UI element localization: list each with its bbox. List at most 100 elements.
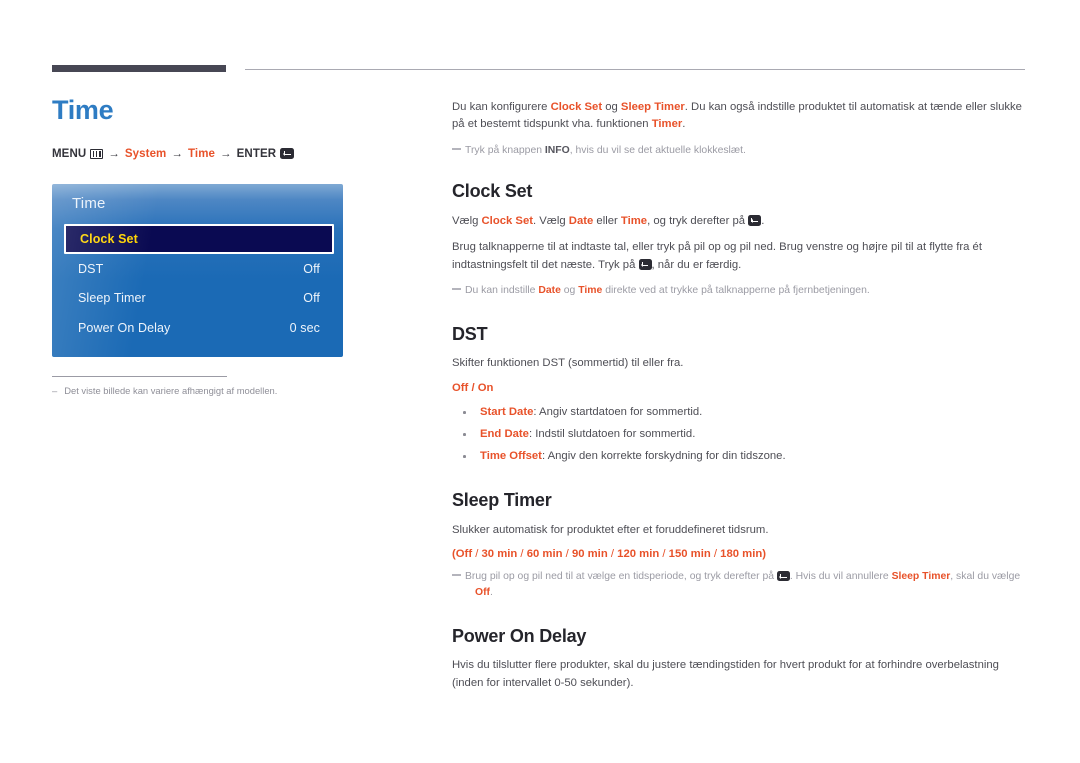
- st-note-term-sleep-timer: Sleep Timer: [891, 571, 951, 583]
- osd-row-power-on-delay[interactable]: Power On Delay 0 sec: [64, 313, 334, 343]
- intro-note-term-info: INFO: [544, 145, 570, 157]
- clock-set-note: Du kan indstille Date og Time direkte ve…: [452, 283, 1026, 299]
- dst-bullet-term: Time Offset: [480, 450, 542, 463]
- intro-term-sleep-timer: Sleep Timer: [620, 101, 685, 113]
- enter-key-icon: [638, 259, 652, 270]
- cs-term-clock-set: Clock Set: [481, 214, 533, 227]
- cs-text-7: , når du er færdig.: [651, 258, 742, 271]
- osd-row-list: Clock Set DST Off Sleep Timer Off Power …: [64, 224, 334, 343]
- osd-row-label: DST: [78, 261, 104, 276]
- power-on-delay-paragraph-1: Hvis du tilslutter flere produkter, skal…: [452, 659, 999, 689]
- clock-set-paragraph-2: Brug talknapperne til at indtaste tal, e…: [452, 239, 1026, 274]
- enter-key-icon: [748, 215, 762, 226]
- intro-paragraph: Du kan konfigurere Clock Set og Sleep Ti…: [452, 99, 1026, 133]
- intro-note-text-2: , hvis du vil se det aktuelle klokkeslæt…: [569, 145, 746, 157]
- sleep-timer-paragraph-1: Slukker automatisk for produktet efter e…: [452, 523, 769, 536]
- left-footnote: – Det viste billede kan variere afhængig…: [52, 384, 382, 397]
- left-note-divider: [52, 376, 227, 377]
- opts-close: ): [762, 548, 766, 561]
- osd-row-clock-set[interactable]: Clock Set: [64, 224, 334, 254]
- left-footnote-text: Det viste billede kan variere afhængigt …: [64, 385, 278, 396]
- st-note-text-2: . Hvis du vil annullere: [789, 571, 892, 583]
- intro-note: Tryk på knappen INFO, hvis du vil se det…: [452, 143, 1026, 159]
- intro-text-1: Du kan konfigurere: [452, 101, 551, 113]
- clock-set-paragraph-1: Vælg Clock Set. Vælg Date eller Time, og…: [452, 213, 1026, 231]
- intro-term-clock-set: Clock Set: [550, 101, 603, 113]
- intro-note-text-1: Tryk på knappen: [465, 145, 545, 157]
- opt-30min: 30 min: [481, 548, 518, 561]
- list-item: Start Date: Angiv startdatoen for sommer…: [452, 403, 1026, 421]
- enter-key-icon: [280, 148, 295, 160]
- osd-row-value: 0 sec: [289, 320, 320, 335]
- breadcrumb: MENU → System → Time → ENTER: [52, 148, 422, 160]
- section-clock-set: Clock Set Vælg Clock Set. Vælg Date elle…: [452, 181, 1026, 299]
- dst-bullet-term: Start Date: [480, 405, 534, 418]
- opt-150min: 150 min: [668, 548, 711, 561]
- left-footnote-dash: –: [52, 385, 58, 396]
- dst-paragraph-1: Skifter funktionen DST (sommertid) til e…: [452, 357, 684, 370]
- osd-row-value: Off: [303, 291, 320, 306]
- cs-note-text-2: og: [560, 285, 579, 297]
- cs-text-5: .: [761, 214, 765, 227]
- intro-text-2: og: [602, 101, 621, 113]
- left-column: Time MENU → System → Time → ENTER: [52, 95, 422, 160]
- breadcrumb-arrow-1: →: [108, 147, 120, 160]
- section-dst: DST Skifter funktionen DST (sommertid) t…: [452, 324, 1026, 465]
- list-item: End Date: Indstil slutdatoen for sommert…: [452, 425, 1026, 443]
- breadcrumb-menu-label: MENU: [52, 147, 87, 160]
- cs-note-term-time: Time: [578, 285, 603, 297]
- osd-menu-screenshot: Time Clock Set DST Off Sleep Timer Off P…: [52, 184, 343, 357]
- section-heading-dst: DST: [452, 323, 488, 344]
- breadcrumb-step-time: Time: [188, 147, 216, 160]
- st-note-text-4: .: [490, 586, 493, 598]
- menu-grid-icon: [90, 148, 104, 159]
- right-column: Du kan konfigurere Clock Set og Sleep Ti…: [452, 99, 1026, 692]
- breadcrumb-enter-label: ENTER: [236, 147, 277, 160]
- cs-term-time: Time: [620, 214, 648, 227]
- sleep-timer-note: Brug pil op og pil ned til at vælge en t…: [452, 569, 1026, 600]
- opt-60min: 60 min: [526, 548, 563, 561]
- opt-180min: 180 min: [720, 548, 763, 561]
- osd-row-label: Power On Delay: [78, 320, 171, 335]
- page-title: Time: [52, 95, 114, 125]
- cs-text-3: eller: [593, 214, 621, 227]
- dst-bullet-desc: : Angiv den korrekte forskydning for din…: [541, 450, 786, 463]
- cs-text-4: , og tryk derefter på: [647, 214, 749, 227]
- st-note-text-1: Brug pil op og pil ned til at vælge en t…: [465, 571, 777, 583]
- st-note-text-3: , skal du vælge: [950, 571, 1021, 583]
- cs-note-text-3: direkte ved at trykke på talknapperne på…: [602, 285, 870, 297]
- breadcrumb-step-system: System: [124, 147, 167, 160]
- opt-off: Off: [455, 548, 473, 561]
- dst-bullet-list: Start Date: Angiv startdatoen for sommer…: [452, 403, 1026, 465]
- header-rule-thin: [245, 69, 1025, 70]
- opt-120min: 120 min: [617, 548, 660, 561]
- osd-row-dst[interactable]: DST Off: [64, 254, 334, 284]
- osd-row-sleep-timer[interactable]: Sleep Timer Off: [64, 284, 334, 314]
- osd-row-value: Off: [303, 261, 320, 276]
- enter-key-icon: [776, 570, 790, 582]
- cs-term-date: Date: [568, 214, 594, 227]
- section-heading-clock-set: Clock Set: [452, 180, 533, 201]
- list-item: Time Offset: Angiv den korrekte forskydn…: [452, 447, 1026, 465]
- dst-bullet-desc: : Angiv startdatoen for sommertid.: [533, 405, 703, 418]
- breadcrumb-arrow-3: →: [220, 147, 232, 160]
- osd-row-label: Sleep Timer: [78, 291, 146, 306]
- sleep-timer-options: (Off / 30 min / 60 min / 90 min / 120 mi…: [452, 548, 766, 561]
- osd-row-label: Clock Set: [80, 232, 138, 246]
- breadcrumb-arrow-2: →: [171, 147, 183, 160]
- dst-bullet-desc: : Indstil slutdatoen for sommertid.: [528, 427, 696, 440]
- section-heading-power-on-delay: Power On Delay: [452, 625, 587, 646]
- section-heading-sleep-timer: Sleep Timer: [452, 490, 552, 511]
- cs-text-1: Vælg: [452, 214, 482, 227]
- cs-note-text-1: Du kan indstille: [465, 285, 539, 297]
- st-note-term-off: Off: [475, 586, 491, 598]
- manual-page: Time MENU → System → Time → ENTER Time C…: [0, 0, 1080, 763]
- cs-note-term-date: Date: [538, 285, 561, 297]
- cs-text-2: . Vælg: [533, 214, 569, 227]
- dst-options: Off / On: [452, 381, 494, 394]
- section-sleep-timer: Sleep Timer Slukker automatisk for produ…: [452, 490, 1026, 600]
- header-rule-thick: [52, 65, 226, 72]
- section-power-on-delay: Power On Delay Hvis du tilslutter flere …: [452, 626, 1026, 693]
- osd-title: Time: [72, 195, 106, 212]
- opt-90min: 90 min: [571, 548, 608, 561]
